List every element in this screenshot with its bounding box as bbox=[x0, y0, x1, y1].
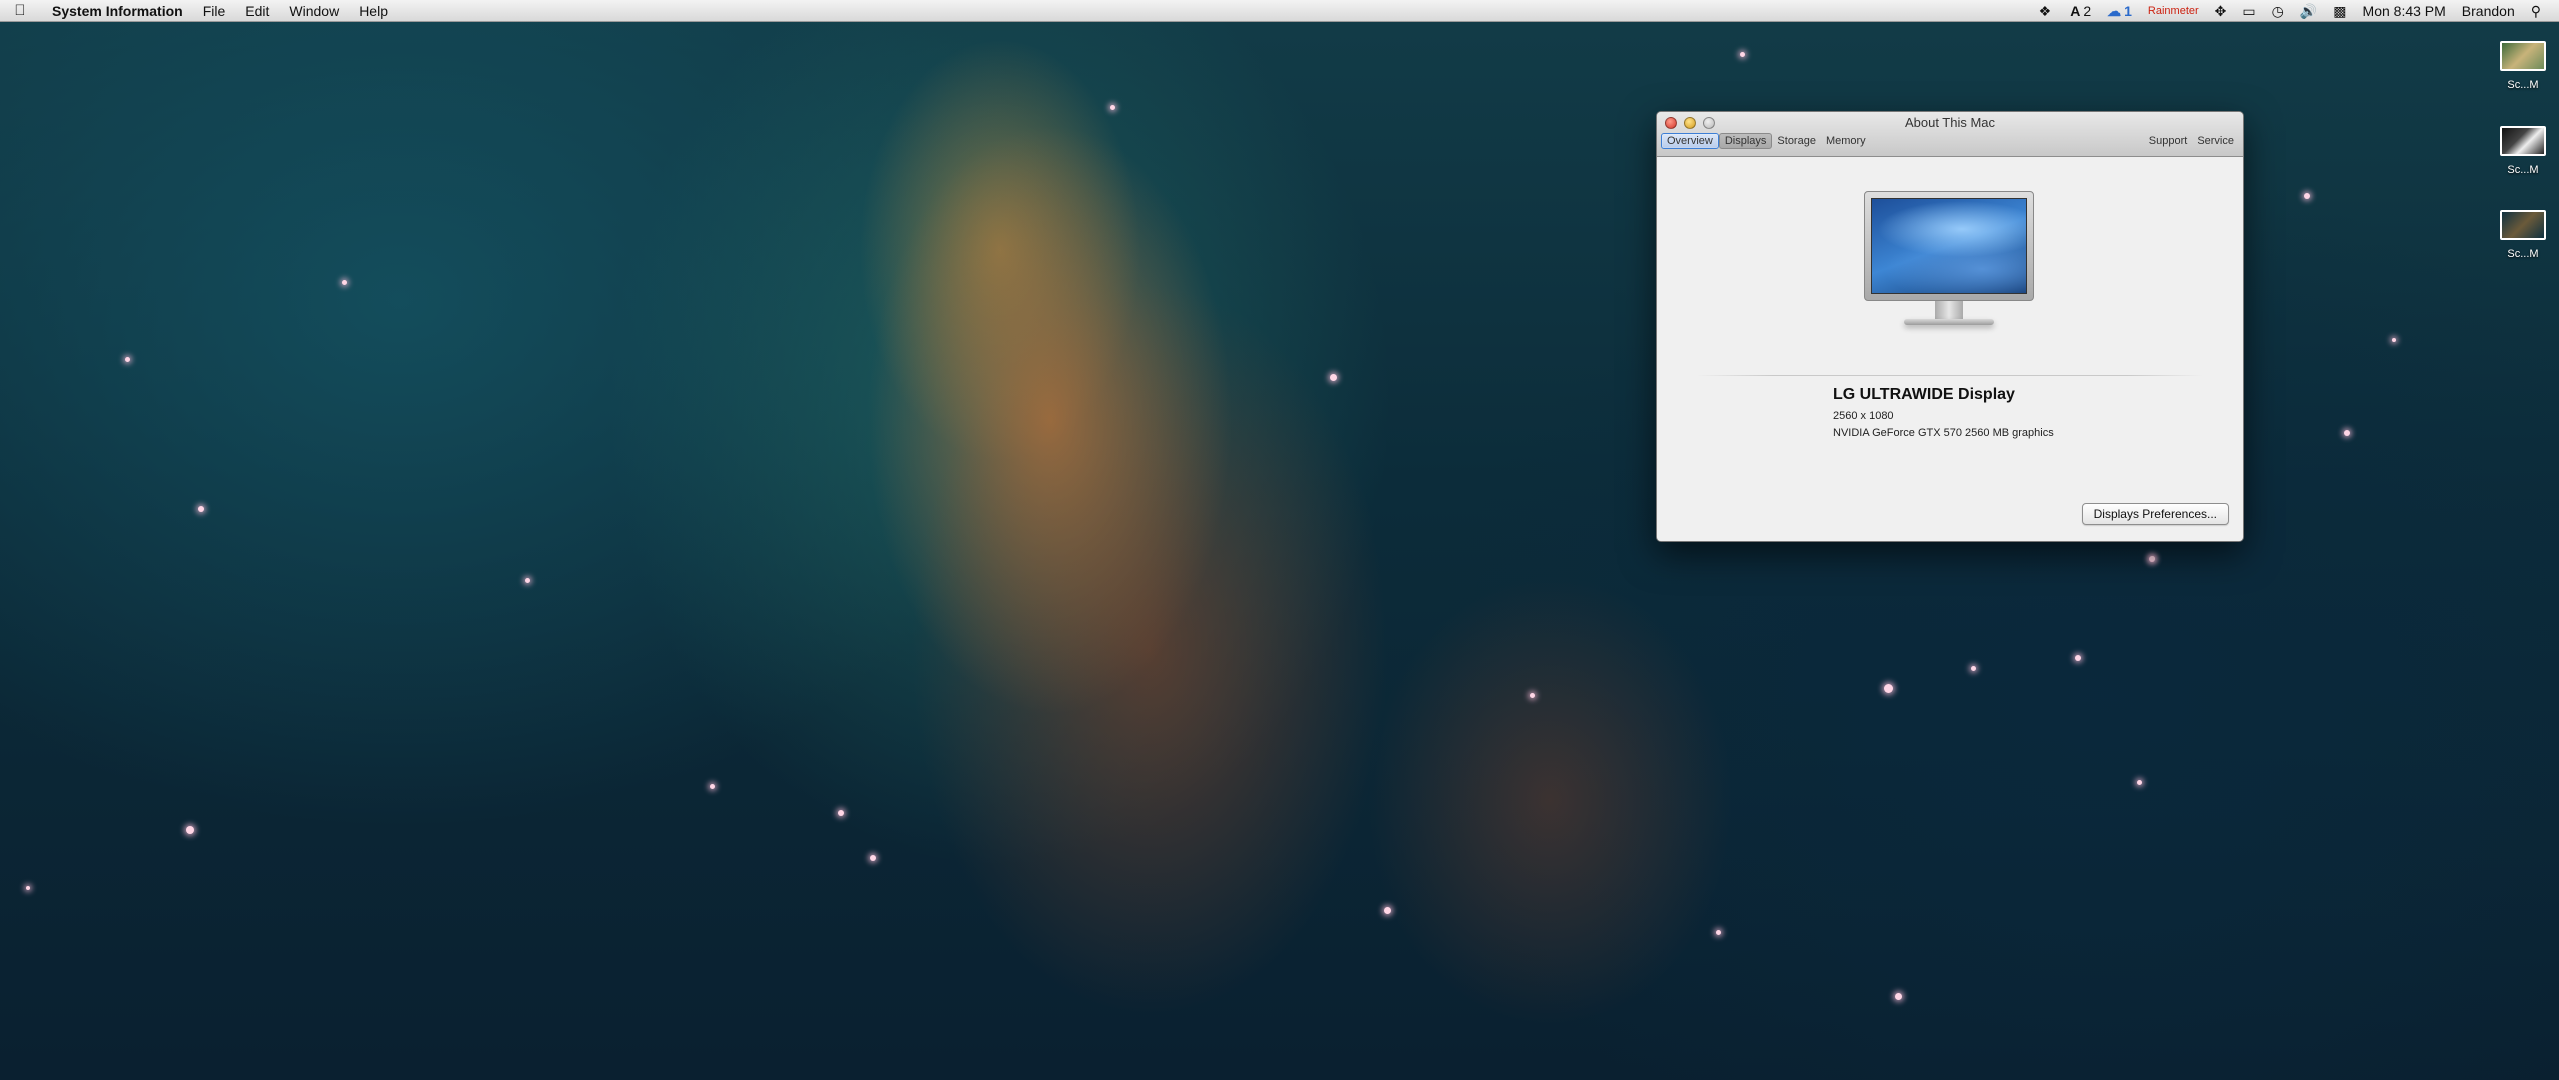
display-resolution: 2560 x 1080 bbox=[1833, 410, 1894, 422]
wallpaper-star bbox=[838, 810, 844, 816]
monitor-icon bbox=[1864, 191, 2034, 336]
wallpaper-star bbox=[1530, 693, 1535, 698]
notification-status[interactable]: ☁ 1 bbox=[2099, 0, 2140, 22]
monitor-screen bbox=[1871, 198, 2027, 294]
screenshot-thumbnail-icon bbox=[2500, 41, 2546, 71]
display-info: LG ULTRAWIDE Display 2560 x 1080 NVIDIA … bbox=[1833, 386, 2054, 444]
wallpaper-star bbox=[1384, 907, 1391, 914]
keyboard-icon: ▩ bbox=[2333, 2, 2347, 19]
wallpaper-star bbox=[525, 578, 530, 583]
adobe-status[interactable]: A 2 bbox=[2062, 0, 2099, 22]
desktop-file-label: Sc...M bbox=[2507, 79, 2539, 91]
wallpaper-star bbox=[2304, 193, 2310, 199]
monitor-icon: ▭ bbox=[2242, 2, 2256, 19]
desktop-file-icon[interactable]: Sc...M bbox=[2495, 210, 2551, 260]
service-link[interactable]: Service bbox=[2192, 134, 2239, 148]
display-name: LG ULTRAWIDE Display bbox=[1833, 386, 2015, 403]
wallpaper-star bbox=[1884, 684, 1893, 693]
menu-app-name[interactable]: System Information bbox=[40, 0, 193, 22]
monitor-bezel bbox=[1864, 191, 2034, 301]
about-this-mac-window: About This Mac Overview Displays Storage… bbox=[1656, 111, 2244, 542]
rainmeter-label: Rainmeter bbox=[2147, 4, 2199, 17]
wallpaper-star bbox=[342, 280, 347, 285]
input-menu-status[interactable]: ▩ bbox=[2325, 0, 2354, 22]
menu-window[interactable]: Window bbox=[279, 0, 349, 22]
monitor-stand bbox=[1935, 301, 1963, 319]
wallpaper-star bbox=[2075, 655, 2081, 661]
window-titlebar[interactable]: About This Mac Overview Displays Storage… bbox=[1657, 112, 2243, 157]
clock[interactable]: Mon 8:43 PM bbox=[2355, 0, 2454, 22]
tab-memory[interactable]: Memory bbox=[1821, 134, 1871, 148]
user-menu[interactable]: Brandon bbox=[2454, 0, 2523, 22]
wallpaper-star bbox=[2150, 556, 2155, 561]
rainmeter-status[interactable]: Rainmeter bbox=[2140, 0, 2207, 22]
wallpaper-star bbox=[1330, 374, 1337, 381]
tab-storage[interactable]: Storage bbox=[1772, 134, 1821, 148]
support-link[interactable]: Support bbox=[2144, 134, 2193, 148]
display-graphics: NVIDIA GeForce GTX 570 2560 MB graphics bbox=[1833, 427, 2054, 439]
menu-help[interactable]: Help bbox=[349, 0, 398, 22]
wallpaper-star bbox=[2137, 780, 2142, 785]
dropbox-status[interactable]: ❖ 2 bbox=[2031, 0, 2063, 22]
wallpaper-star bbox=[198, 506, 204, 512]
window-toolbar: Overview Displays Storage Memory Support… bbox=[1661, 132, 2239, 150]
adobe-icon: A bbox=[2070, 2, 2081, 19]
wallpaper-star bbox=[1716, 930, 1721, 935]
menu-bar:  System Information File Edit Window He… bbox=[0, 0, 2559, 22]
screenshot-thumbnail-icon bbox=[2500, 210, 2546, 240]
time-machine-status[interactable]: ◷ bbox=[2264, 0, 2292, 22]
wallpaper-star bbox=[186, 826, 194, 834]
cloud-icon: ☁ bbox=[2107, 2, 2122, 19]
adobe-count: 2 bbox=[2083, 2, 2092, 19]
wallpaper-star bbox=[1895, 993, 1902, 1000]
wallpaper-star bbox=[26, 886, 30, 890]
wallpaper-star bbox=[870, 855, 876, 861]
menu-file[interactable]: File bbox=[193, 0, 236, 22]
wallpaper-star bbox=[2344, 430, 2350, 436]
window-title: About This Mac bbox=[1904, 115, 1996, 130]
wallpaper-star bbox=[2392, 338, 2396, 342]
wallpaper-star bbox=[1110, 105, 1115, 110]
screenshot-thumbnail-icon bbox=[2500, 126, 2546, 156]
window-content: LG ULTRAWIDE Display 2560 x 1080 NVIDIA … bbox=[1657, 157, 2243, 541]
tab-displays[interactable]: Displays bbox=[1718, 133, 1773, 149]
move-status[interactable]: ✥ bbox=[2207, 0, 2235, 22]
menu-edit[interactable]: Edit bbox=[235, 0, 279, 22]
displays-preferences-button[interactable]: Displays Preferences... bbox=[2081, 503, 2229, 525]
wallpaper-star bbox=[125, 357, 130, 362]
volume-icon: 🔊 bbox=[2299, 2, 2318, 19]
dropbox-icon: ❖ bbox=[2038, 2, 2052, 19]
desktop-file-icon[interactable]: Sc...M bbox=[2495, 41, 2551, 91]
arrows-icon: ✥ bbox=[2214, 2, 2227, 19]
spotlight-status[interactable]: ⚲ bbox=[2523, 0, 2549, 22]
content-divider bbox=[1697, 375, 2203, 376]
display-status[interactable]: ▭ bbox=[2234, 0, 2263, 22]
apple-menu-icon[interactable]:  bbox=[0, 2, 40, 19]
notification-count: 1 bbox=[2124, 2, 2132, 19]
desktop-file-label: Sc...M bbox=[2507, 248, 2539, 260]
tab-overview[interactable]: Overview bbox=[1661, 133, 1719, 149]
wallpaper-star bbox=[1971, 666, 1976, 671]
time-machine-icon: ◷ bbox=[2271, 2, 2284, 19]
desktop-file-icon[interactable]: Sc...M bbox=[2495, 126, 2551, 176]
search-icon: ⚲ bbox=[2530, 2, 2541, 19]
desktop-file-label: Sc...M bbox=[2507, 164, 2539, 176]
wallpaper-star bbox=[1740, 52, 1745, 57]
volume-status[interactable]: 🔊 bbox=[2292, 0, 2325, 22]
wallpaper-star bbox=[710, 784, 715, 789]
monitor-foot bbox=[1904, 319, 1994, 325]
